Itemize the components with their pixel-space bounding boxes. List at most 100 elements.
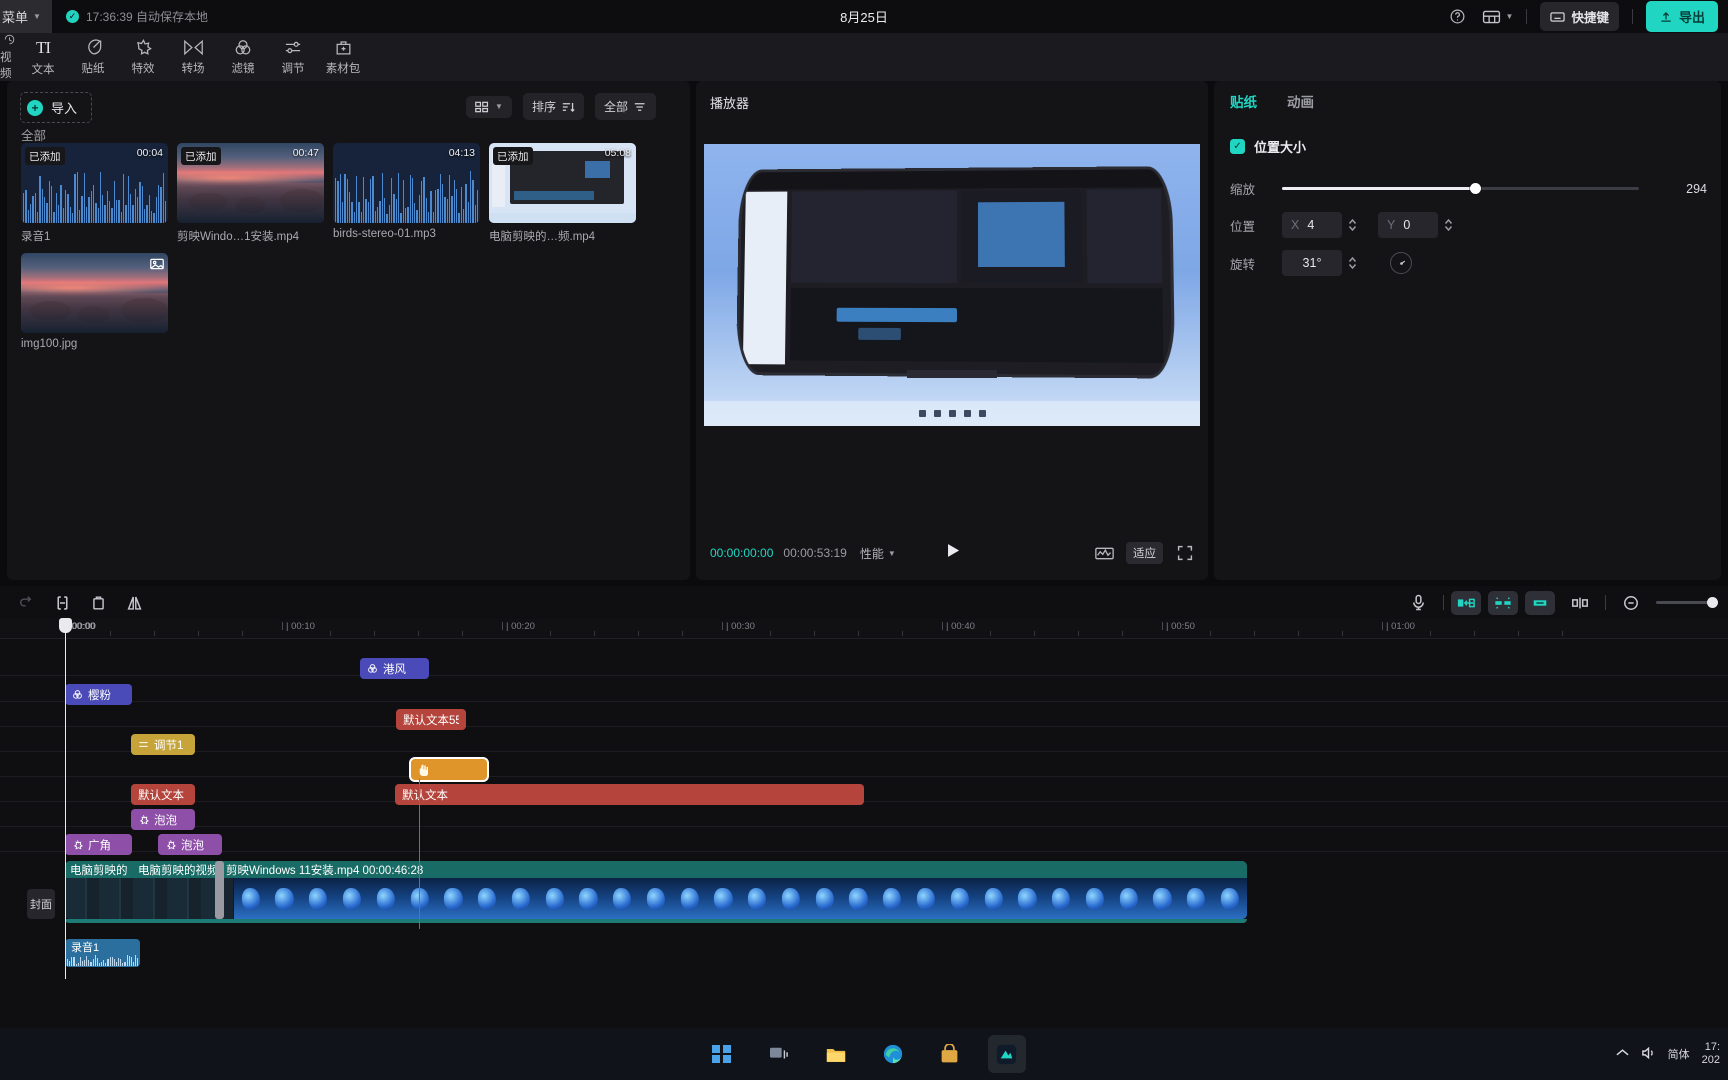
record-audio-button[interactable] bbox=[1400, 586, 1436, 619]
clip-label: 默认文本 bbox=[402, 789, 448, 802]
ruler-minor-tick bbox=[1342, 631, 1343, 636]
task-view-icon[interactable] bbox=[760, 1035, 798, 1073]
effect-clip-paopao-a[interactable]: 泡泡 bbox=[131, 809, 195, 830]
tab-filter[interactable]: 滤镜 bbox=[218, 33, 268, 81]
timeline-ruler[interactable]: | 00:00 | 00:10 | 00:20 | 00:30 | 00:40 | 00:… bbox=[0, 619, 1728, 639]
snap-end-button[interactable] bbox=[1525, 590, 1555, 615]
play-button[interactable] bbox=[943, 541, 962, 565]
undo-button[interactable] bbox=[8, 586, 44, 619]
windows-start-icon[interactable] bbox=[703, 1035, 741, 1073]
tab-label: 调节 bbox=[281, 63, 305, 75]
clip-label: 泡泡 bbox=[181, 839, 204, 852]
export-button[interactable]: 导出 bbox=[1645, 1, 1718, 32]
sticker-clip-selected[interactable] bbox=[411, 759, 487, 780]
section-title: 位置大小 bbox=[1254, 140, 1307, 155]
tab-video[interactable]: 视频 bbox=[0, 33, 18, 81]
stepper-updown-icon[interactable] bbox=[1345, 251, 1360, 275]
tab-adjust[interactable]: 调节 bbox=[268, 33, 318, 81]
chevron-up-icon[interactable] bbox=[1616, 1048, 1629, 1060]
zoom-out-button[interactable] bbox=[1613, 586, 1649, 619]
timeline-toolbar-right bbox=[1400, 586, 1718, 619]
video-preview-canvas[interactable] bbox=[704, 144, 1200, 426]
timeline-toolbar bbox=[0, 586, 1728, 619]
divider bbox=[1526, 9, 1528, 24]
split-marker-button[interactable] bbox=[1562, 586, 1598, 619]
audio-clip-recording-1[interactable]: 录音1 bbox=[65, 939, 140, 967]
panel-tab-bar: 视频 TI 文本 贴纸 特效 转场 滤镜 调节 素材包 bbox=[0, 33, 1728, 81]
filter-clip-yingfen[interactable]: 樱粉 bbox=[65, 684, 132, 705]
adjust-clip-1[interactable]: 调节1 bbox=[131, 734, 195, 755]
sort-button[interactable]: 排序 bbox=[522, 93, 584, 120]
slider-handle[interactable] bbox=[1707, 597, 1718, 608]
delete-button[interactable] bbox=[80, 586, 116, 619]
tab-sticker-props[interactable]: 贴纸 bbox=[1230, 91, 1257, 116]
player-panel: 播放器 00:00:00:00 00:00:53:19 性能 ▼ 适应 bbox=[696, 81, 1208, 580]
chevron-down-icon: ▼ bbox=[33, 12, 41, 21]
preview-taskbar-graphic bbox=[704, 400, 1200, 426]
text-clip-default-a[interactable]: 默认文本 bbox=[131, 784, 195, 805]
stepper-updown-icon[interactable] bbox=[1345, 213, 1360, 237]
tab-label: 文本 bbox=[31, 63, 55, 76]
ruler-minor-tick bbox=[1078, 631, 1079, 636]
tab-text[interactable]: TI 文本 bbox=[18, 33, 68, 81]
scale-slider[interactable] bbox=[1282, 181, 1639, 197]
import-button[interactable]: + 导入 bbox=[20, 92, 93, 123]
fit-scale-button[interactable]: 适应 bbox=[1126, 542, 1163, 564]
tab-effects[interactable]: 特效 bbox=[118, 33, 168, 81]
microsoft-store-icon[interactable] bbox=[931, 1035, 969, 1073]
player-right-controls: 适应 bbox=[1093, 542, 1196, 564]
text-clip-default-5555[interactable]: 默认文本5555 bbox=[396, 709, 466, 730]
clip-trim-handle[interactable] bbox=[215, 861, 224, 919]
position-x-input[interactable]: X 4 bbox=[1282, 212, 1342, 238]
help-circle-icon[interactable] bbox=[1447, 6, 1469, 28]
rotate-dial-icon[interactable] bbox=[1390, 252, 1412, 274]
slider-handle[interactable] bbox=[1469, 183, 1481, 194]
position-y-input[interactable]: Y 0 bbox=[1378, 212, 1438, 238]
filter-button[interactable]: 全部 bbox=[594, 93, 656, 120]
tab-sticker[interactable]: 贴纸 bbox=[68, 33, 118, 81]
layout-switcher-button[interactable]: ▼ bbox=[1482, 9, 1514, 25]
section-checkbox[interactable]: ✓ bbox=[1230, 139, 1245, 154]
volume-icon[interactable] bbox=[1641, 1046, 1656, 1063]
chevron-down-icon: ▼ bbox=[1505, 12, 1514, 21]
media-item[interactable]: img100.jpg bbox=[21, 253, 168, 350]
ime-indicator[interactable]: 简体 bbox=[1668, 1046, 1690, 1062]
auto-snap-button[interactable] bbox=[1488, 590, 1518, 615]
file-explorer-icon[interactable] bbox=[817, 1035, 855, 1073]
tab-transition[interactable]: 转场 bbox=[168, 33, 218, 81]
tab-label: 滤镜 bbox=[231, 63, 255, 75]
split-button[interactable] bbox=[44, 586, 80, 619]
capcut-app-icon[interactable] bbox=[987, 1035, 1026, 1073]
audio-waveform-icon[interactable] bbox=[1093, 542, 1115, 564]
playhead[interactable] bbox=[59, 618, 72, 979]
playhead-handle[interactable] bbox=[59, 618, 72, 633]
mirror-button[interactable] bbox=[116, 586, 152, 619]
view-mode-button[interactable]: ▼ bbox=[466, 95, 512, 118]
media-item[interactable]: 已添加 00:47 剪映Windo…1安装.mp4 bbox=[177, 143, 324, 244]
performance-button[interactable]: 性能 ▼ bbox=[860, 545, 896, 562]
snap-start-button[interactable] bbox=[1451, 590, 1481, 615]
text-clip-default-b[interactable]: 默认文本 bbox=[395, 784, 864, 805]
menu-button[interactable]: 菜单 ▼ bbox=[0, 0, 52, 33]
filter-clip-gangfeng[interactable]: 港风 bbox=[360, 658, 429, 679]
clip-label: 港风 bbox=[383, 663, 406, 676]
tab-animation-props[interactable]: 动画 bbox=[1287, 91, 1314, 116]
tab-material-pack[interactable]: 素材包 bbox=[318, 33, 368, 81]
taskbar-clock[interactable]: 17: 202 bbox=[1702, 1041, 1720, 1067]
rotation-input[interactable]: 31° bbox=[1282, 250, 1342, 276]
edge-browser-icon[interactable] bbox=[874, 1035, 912, 1073]
fullscreen-icon[interactable] bbox=[1174, 542, 1196, 564]
timeline-zoom-slider[interactable] bbox=[1656, 596, 1718, 610]
effect-clip-guangjiao[interactable]: 广角 bbox=[65, 834, 132, 855]
media-item[interactable]: 已添加 00:04 录音1 bbox=[21, 143, 168, 244]
media-item[interactable]: 已添加 05:08 电脑剪映的…频.mp4 bbox=[489, 143, 636, 244]
stepper-updown-icon[interactable] bbox=[1441, 213, 1456, 237]
shortcut-button[interactable]: 快捷键 bbox=[1540, 2, 1619, 31]
audio-clip-label: 录音1 bbox=[71, 941, 100, 954]
cover-button[interactable]: 封面 bbox=[27, 889, 55, 919]
video-track-group[interactable]: 电脑剪映的视频电脑剪映的视频原声剪映Windows 11安装.mp4 00:00… bbox=[65, 861, 1247, 919]
media-name: 剪映Windo…1安装.mp4 bbox=[177, 231, 300, 243]
media-item[interactable]: 04:13 birds-stereo-01.mp3 bbox=[333, 143, 480, 244]
ruler-minor-tick bbox=[858, 631, 859, 636]
effect-clip-paopao-b[interactable]: 泡泡 bbox=[158, 834, 222, 855]
